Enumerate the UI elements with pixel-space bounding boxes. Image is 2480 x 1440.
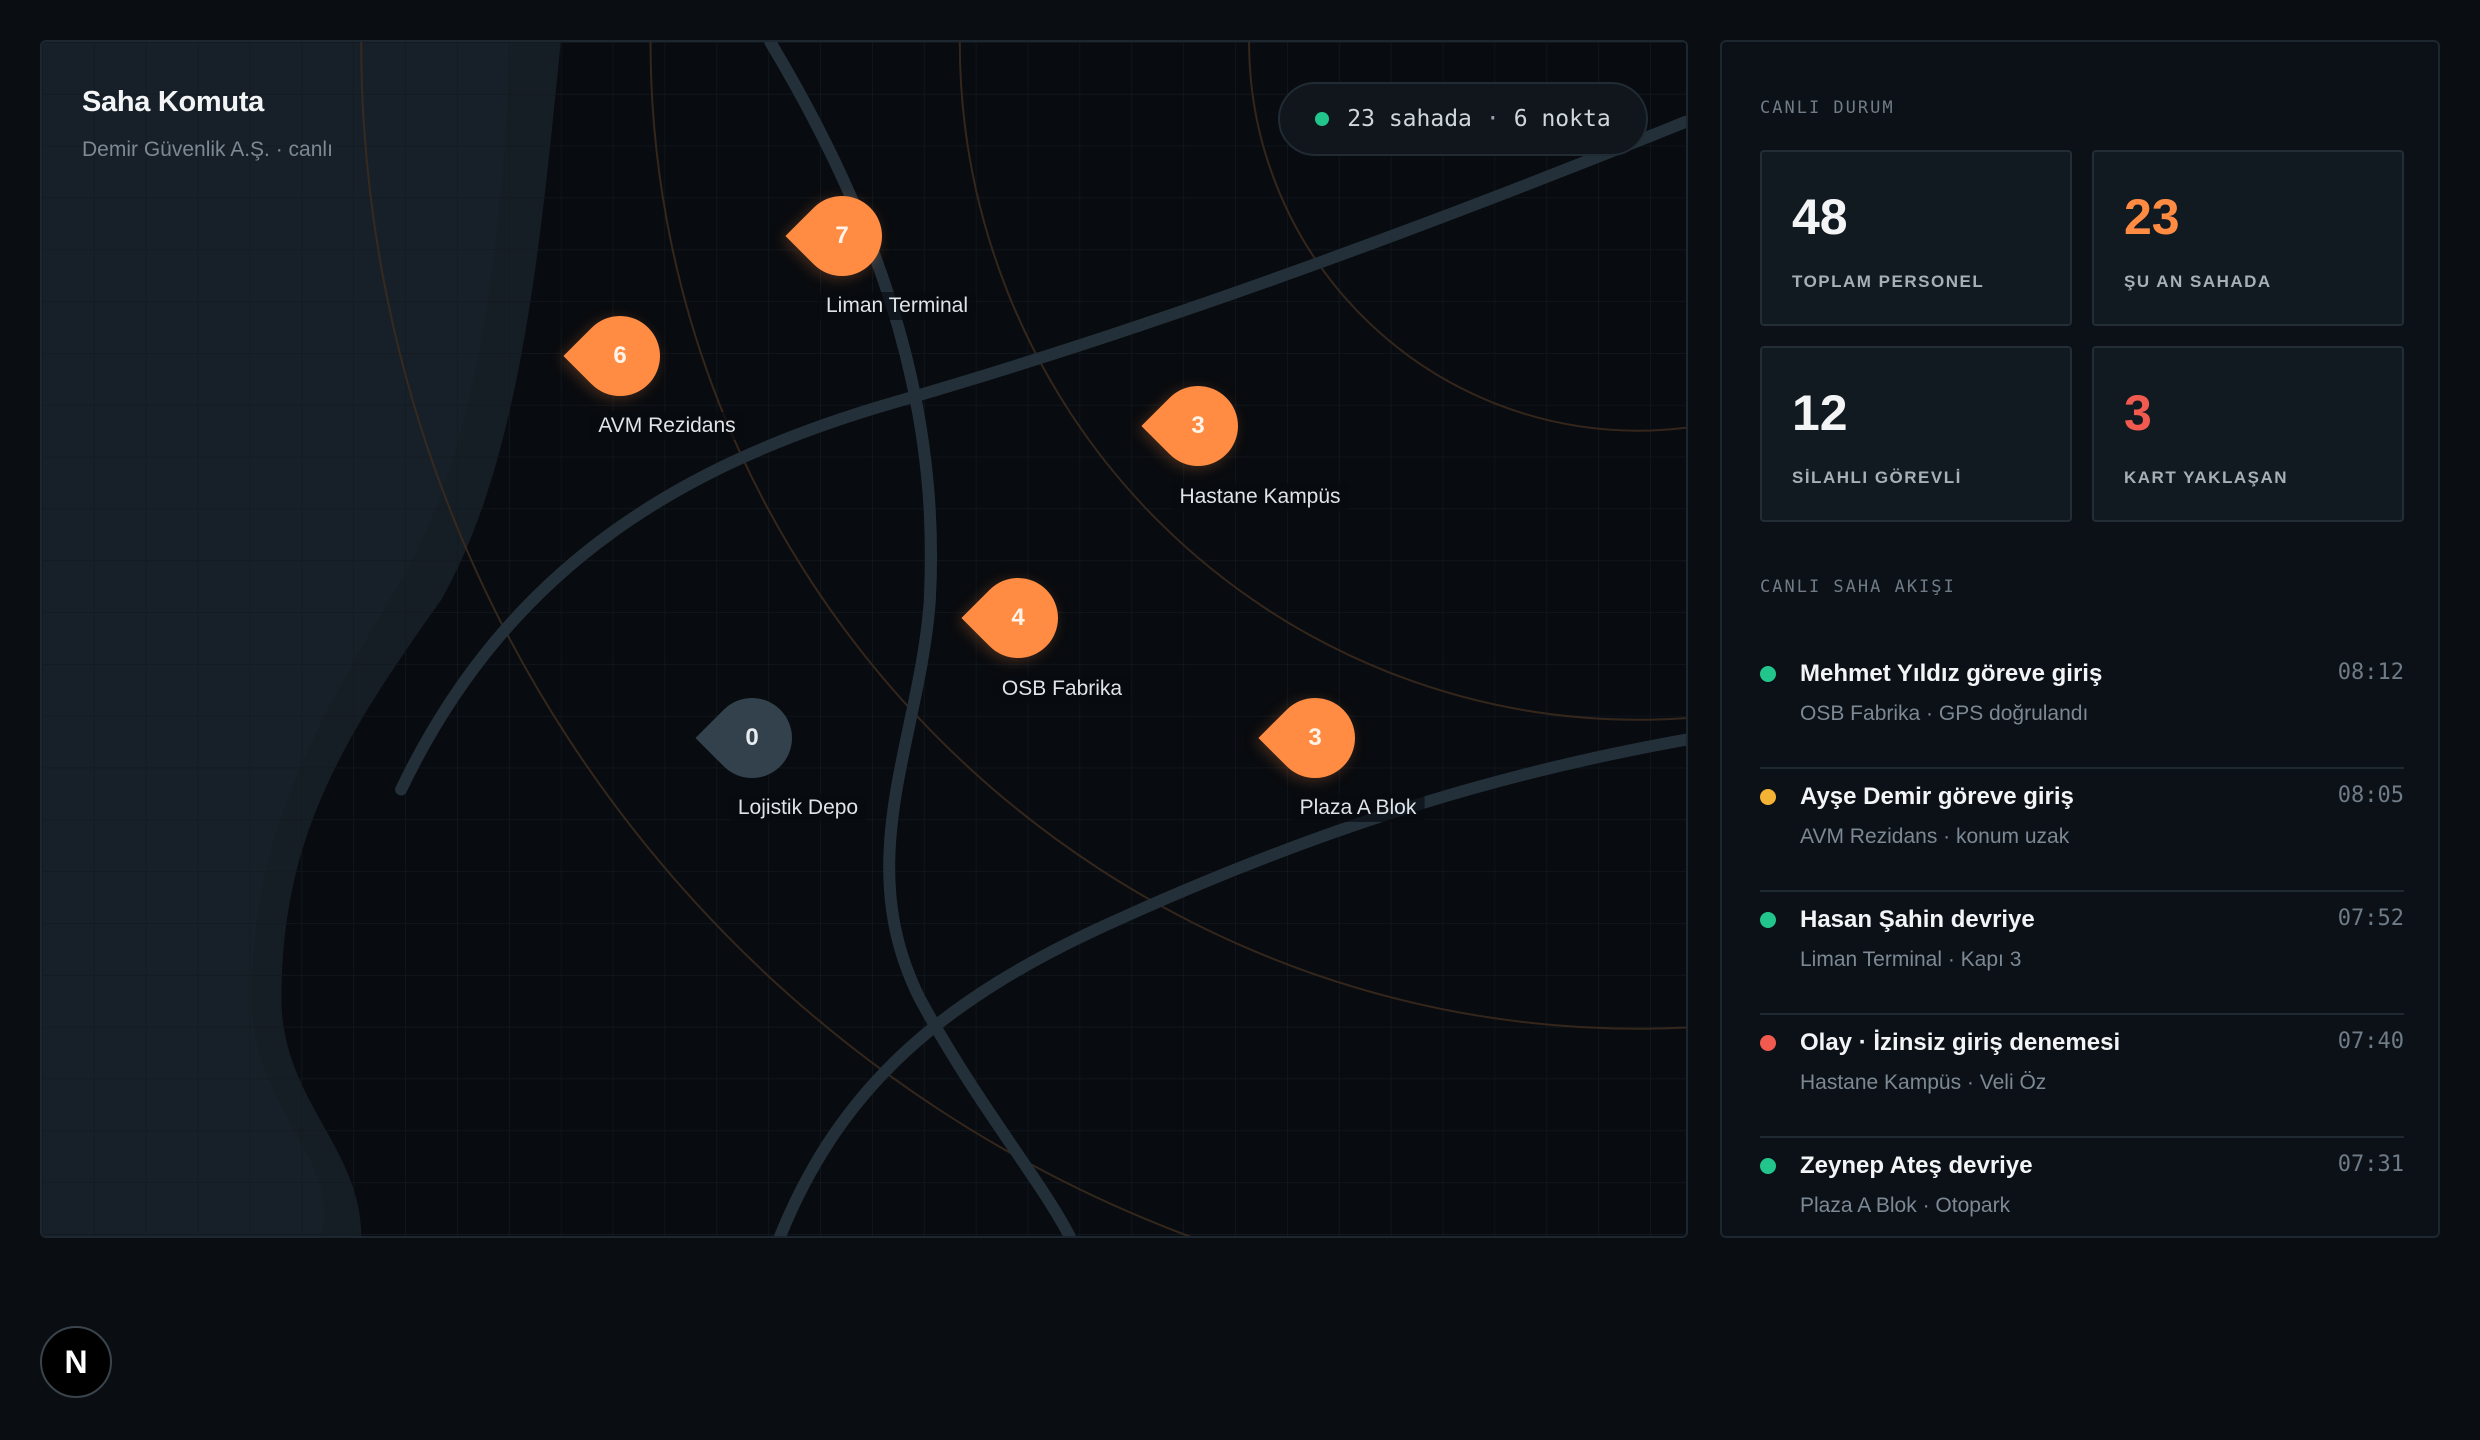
feed-item[interactable]: Hasan Şahin devriye Liman Terminal · Kap… (1760, 892, 2404, 1015)
stat-value: 12 (1792, 385, 1848, 441)
feed-item[interactable]: Ayşe Demir göreve giriş AVM Rezidans · k… (1760, 769, 2404, 892)
feed-time: 08:05 (2337, 783, 2404, 808)
status-pill: 23 sahada · 6 nokta (1278, 82, 1648, 156)
map-panel[interactable]: Saha Komuta Demir Güvenlik A.Ş. · canlı … (40, 40, 1688, 1238)
status-dot-icon (1760, 789, 1776, 805)
feed-detail: OSB Fabrika · GPS doğrulandı (1800, 702, 2089, 725)
feed-time: 07:52 (2337, 906, 2404, 931)
stat-caption: SİLAHLI GÖREVLİ (1792, 468, 1962, 487)
feed-detail: Plaza A Blok · Otopark (1800, 1194, 2011, 1217)
live-status-heading: CANLI DURUM (1760, 98, 1895, 118)
feed-title: Ayşe Demir göreve giriş (1800, 783, 2074, 810)
pin-label: Lojistik Depo (729, 794, 867, 822)
pin-count: 3 (1191, 412, 1205, 439)
feed-time: 08:12 (2337, 660, 2404, 685)
n-logo-button[interactable]: N (40, 1326, 112, 1398)
feed-title: Hasan Şahin devriye (1800, 906, 2035, 933)
feed-detail: Liman Terminal · Kapı 3 (1800, 948, 2022, 971)
stat-value: 48 (1792, 189, 1848, 245)
n-logo-icon: N (64, 1343, 88, 1380)
feed-detail: AVM Rezidans · konum uzak (1800, 825, 2070, 848)
status-dot-icon (1760, 912, 1776, 928)
map-pin-avm-rezidans[interactable]: 6 (563, 299, 677, 413)
map-pin-hastane-kampus[interactable]: 3 (1141, 369, 1255, 483)
map-pin-osb-fabrika[interactable]: 4 (961, 561, 1075, 675)
on-site-count: 23 sahada (1347, 106, 1472, 132)
feed-item[interactable]: Olay · İzinsiz giriş denemesi Hastane Ka… (1760, 1015, 2404, 1138)
pin-count: 6 (613, 342, 627, 369)
pin-count: 7 (835, 222, 849, 249)
stat-cards-expiring[interactable]: 3 KART YAKLAŞAN (2092, 346, 2404, 522)
map-pin-liman-terminal[interactable]: 7 (785, 179, 899, 293)
pin-label: AVM Rezidans (590, 412, 744, 440)
feed-title: Olay · İzinsiz giriş denemesi (1800, 1029, 2121, 1056)
page-title: Saha Komuta (82, 86, 265, 118)
feed-detail: Hastane Kampüs · Veli Öz (1800, 1071, 2047, 1094)
side-panel: CANLI DURUM 48 TOPLAM PERSONEL 23 ŞU AN … (1720, 40, 2440, 1238)
pin-count: 0 (745, 724, 759, 751)
pin-label: Hastane Kampüs (1171, 483, 1349, 511)
stat-total-personnel[interactable]: 48 TOPLAM PERSONEL (1760, 150, 2072, 326)
page-subtitle: Demir Güvenlik A.Ş. · canlı (82, 138, 333, 161)
feed-item[interactable]: Zeynep Ateş devriye Plaza A Blok · Otopa… (1760, 1138, 2404, 1261)
feed-time: 07:31 (2337, 1152, 2404, 1177)
pin-count: 3 (1308, 724, 1322, 751)
pin-label: Plaza A Blok (1291, 794, 1425, 822)
point-count: 6 nokta (1513, 106, 1611, 132)
feed-heading: CANLI SAHA AKIŞI (1760, 577, 1956, 597)
stat-armed-guards[interactable]: 12 SİLAHLI GÖREVLİ (1760, 346, 2072, 522)
stat-caption: TOPLAM PERSONEL (1792, 272, 1985, 291)
feed-time: 07:40 (2337, 1029, 2404, 1054)
pin-label: Liman Terminal (817, 292, 977, 320)
stat-caption: ŞU AN SAHADA (2124, 272, 2272, 291)
map-pin-lojistik-depo[interactable]: 0 (695, 681, 809, 795)
status-dot-icon (1760, 1158, 1776, 1174)
status-dot-icon (1760, 666, 1776, 682)
stat-on-site[interactable]: 23 ŞU AN SAHADA (2092, 150, 2404, 326)
stat-caption: KART YAKLAŞAN (2124, 468, 2289, 487)
pin-count: 4 (1011, 604, 1025, 631)
map-pin-plaza-a-blok[interactable]: 3 (1258, 681, 1372, 795)
pin-label: OSB Fabrika (993, 675, 1131, 703)
status-dot-icon (1760, 1035, 1776, 1051)
feed-title: Zeynep Ateş devriye (1800, 1152, 2033, 1179)
status-separator: · (1485, 106, 1500, 132)
live-indicator-icon (1315, 112, 1330, 126)
stat-value: 23 (2124, 189, 2180, 245)
stat-value: 3 (2124, 385, 2152, 441)
feed-title: Mehmet Yıldız göreve giriş (1800, 660, 2103, 687)
feed-item[interactable]: Mehmet Yıldız göreve giriş OSB Fabrika ·… (1760, 646, 2404, 769)
